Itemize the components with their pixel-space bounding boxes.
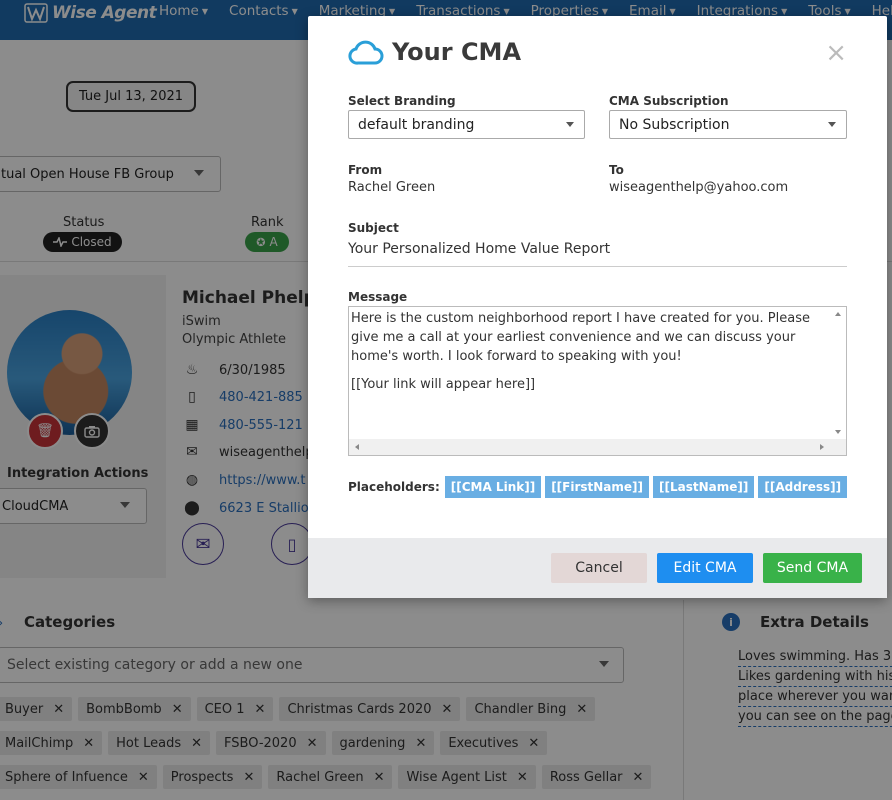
caret-down-icon	[828, 122, 836, 127]
message-text: Here is the custom neighborhood report I…	[351, 311, 810, 392]
caret-down-icon	[566, 122, 574, 127]
edit-cma-button[interactable]: Edit CMA	[657, 553, 753, 583]
scroll-left-icon	[355, 444, 359, 450]
subject-label: Subject	[348, 221, 399, 235]
cancel-button[interactable]: Cancel	[551, 553, 647, 583]
from-value: Rachel Green	[348, 180, 436, 195]
placeholder-cma-link-button[interactable]: [[CMA Link]]	[444, 476, 542, 498]
placeholders-row: Placeholders: [[CMA Link]] [[FirstName]]…	[348, 476, 851, 498]
to-label: To	[609, 163, 624, 177]
branding-label: Select Branding	[348, 94, 456, 108]
modal-header: Your CMA	[348, 38, 521, 66]
modal-footer: Cancel Edit CMA Send CMA	[308, 538, 887, 598]
modal-title: Your CMA	[392, 38, 522, 66]
branding-select[interactable]: default branding	[348, 110, 585, 139]
message-label: Message	[348, 290, 408, 304]
horizontal-scrollbar[interactable]	[349, 439, 846, 455]
message-textarea[interactable]: Here is the custom neighborhood report I…	[348, 306, 847, 456]
send-cma-button[interactable]: Send CMA	[763, 553, 862, 583]
subscription-label: CMA Subscription	[609, 94, 729, 108]
scroll-down-icon	[835, 430, 841, 434]
subject-input[interactable]: Your Personalized Home Value Report	[348, 241, 847, 267]
placeholder-lastname-button[interactable]: [[LastName]]	[653, 476, 755, 498]
placeholder-firstname-button[interactable]: [[FirstName]]	[545, 476, 650, 498]
vertical-scrollbar[interactable]	[830, 307, 846, 439]
scroll-up-icon	[835, 312, 841, 316]
from-label: From	[348, 163, 383, 177]
placeholder-address-button[interactable]: [[Address]]	[758, 476, 848, 498]
to-value: wiseagenthelp@yahoo.com	[609, 180, 789, 195]
placeholders-label: Placeholders:	[348, 480, 440, 494]
close-icon[interactable]: ×	[825, 40, 847, 66]
subscription-select[interactable]: No Subscription	[609, 110, 847, 139]
scroll-right-icon	[820, 444, 824, 450]
cma-modal: Your CMA × Select Branding default brand…	[308, 16, 887, 598]
cloud-icon	[348, 40, 384, 65]
